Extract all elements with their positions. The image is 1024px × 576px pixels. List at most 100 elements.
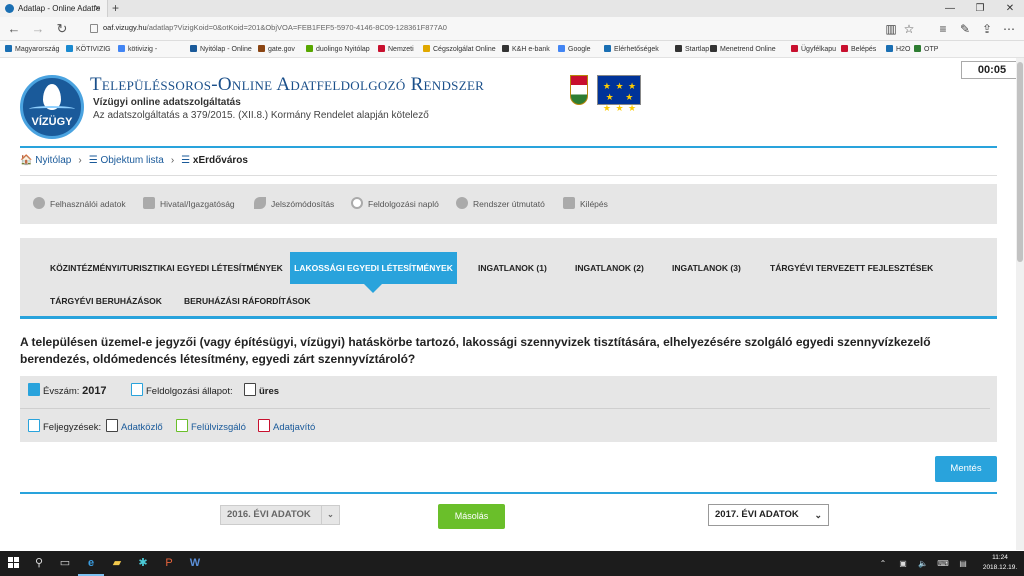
notes-icon[interactable]: ✎ (956, 17, 974, 41)
tab-planned-developments[interactable]: TÁRGYÉVI TERVEZETT FEJLESZTÉSEK (770, 263, 933, 273)
building-icon (143, 197, 155, 209)
note-data-provider[interactable]: Adatközlő (106, 419, 163, 433)
notes-icon (28, 419, 40, 432)
refresh-icon[interactable]: ↻ (52, 17, 72, 41)
powerpoint-icon[interactable]: P (156, 551, 182, 576)
bookmark-item[interactable]: OTP (914, 41, 938, 58)
bookmark-item[interactable]: Nyitólap - Online (190, 41, 252, 58)
bookmark-item[interactable]: K&H e-bank (502, 41, 550, 58)
edge-browser-icon[interactable]: e (78, 551, 104, 576)
bookmark-item[interactable]: Nemzeti (378, 41, 414, 58)
app-icon[interactable]: ✱ (130, 551, 156, 576)
bookmark-label: Menetrend Online (720, 46, 776, 53)
browser-tab-title: Adatlap - Online Adatfe (18, 4, 101, 13)
chevron-right-icon: › (78, 155, 82, 166)
year-value: 2017 (82, 385, 107, 397)
prev-year-select[interactable]: 2016. ÉVI ADATOK ⌄ (220, 505, 340, 525)
active-tab-indicator (364, 284, 382, 293)
note-reviewer[interactable]: Felülvizsgáló (176, 419, 246, 433)
bookmark-item[interactable]: gate.gov (258, 41, 295, 58)
bookmark-item[interactable]: Belépés (841, 41, 876, 58)
bookmark-favicon-icon (675, 45, 682, 52)
bookmark-item[interactable]: Startlap - (675, 41, 713, 58)
menu-office[interactable]: Hivatal/Igazgatóság (143, 184, 235, 224)
bookmark-item[interactable]: Magyarország (5, 41, 59, 58)
new-tab-icon[interactable]: + (112, 0, 119, 17)
breadcrumb-home-label: Nyitólap (35, 155, 72, 166)
bookmark-item[interactable]: Cégszolgálat Online (423, 41, 496, 58)
file-explorer-icon[interactable]: ▰ (104, 551, 130, 576)
bookmark-favicon-icon (886, 45, 893, 52)
clock-time: 11:24 (992, 554, 1008, 561)
bookmark-favicon-icon (258, 45, 265, 52)
search-icon[interactable]: ⚲ (26, 551, 52, 576)
bookmark-item[interactable]: KÖTIVIZIG (66, 41, 111, 58)
breadcrumb-current: ☰ xErdőváros (181, 155, 248, 166)
tab-residential-active[interactable]: LAKOSSÁGI EGYEDI LÉTESÍTMÉNYEK (290, 252, 457, 284)
menu-logout[interactable]: Kilépés (563, 184, 608, 224)
search-icon (351, 197, 363, 209)
back-icon[interactable]: ← (4, 17, 24, 41)
bookmark-item[interactable]: Google (558, 41, 591, 58)
tab-investments[interactable]: TÁRGYÉVI BERUHÁZÁSOK (50, 296, 162, 306)
menu-label: Rendszer útmutató (473, 199, 545, 209)
tab-properties-2[interactable]: INGATLANOK (2) (575, 263, 644, 273)
bookmark-item[interactable]: H2O (886, 41, 910, 58)
language-icon[interactable]: ▤ (950, 551, 976, 576)
forward-icon[interactable]: → (28, 17, 48, 41)
browser-tab[interactable]: Adatlap - Online Adatfe (0, 0, 108, 17)
info-divider (20, 408, 990, 409)
wave-icon (29, 106, 75, 112)
task-view-icon[interactable]: ▭ (52, 551, 78, 576)
close-window-icon[interactable]: ✕ (998, 0, 1022, 17)
reading-view-icon[interactable]: ▥ (882, 17, 900, 41)
share-icon[interactable]: ⇪ (978, 17, 996, 41)
maximize-icon[interactable]: ❐ (968, 0, 992, 17)
bookmark-favicon-icon (378, 45, 385, 52)
url-field[interactable]: oaf.vizugy.hu/adatlap?VizigKoid=0&otKoid… (103, 23, 447, 32)
menu-guide[interactable]: Rendszer útmutató (456, 184, 545, 224)
windows-start-icon[interactable] (8, 557, 20, 569)
bookmark-favicon-icon (710, 45, 717, 52)
bookmark-item[interactable]: duolingo Nyitólap (306, 41, 370, 58)
bookmark-item[interactable]: Elérhetőségek (604, 41, 659, 58)
breadcrumb-home[interactable]: 🏠 Nyitólap (20, 155, 71, 166)
scrollbar-thumb[interactable] (1017, 62, 1023, 262)
copy-button[interactable]: Másolás (438, 504, 505, 529)
note-label: Adatjavító (273, 422, 316, 433)
hub-icon[interactable]: ≡ (934, 17, 952, 41)
bookmark-item[interactable]: kötivizig - (118, 41, 157, 58)
word-icon[interactable]: W (182, 551, 208, 576)
tab-properties-3[interactable]: INGATLANOK (3) (672, 263, 741, 273)
bookmark-favicon-icon (190, 45, 197, 52)
bookmark-item[interactable]: Ügyfélkapu (791, 41, 836, 58)
file-icon (244, 383, 256, 396)
breadcrumb-object-list[interactable]: ☰ Objektum lista (89, 155, 164, 166)
url-path: /adatlap?VizigKoid=0&otKoid=201&ObjVOA=F… (146, 23, 447, 32)
menu-log[interactable]: Feldolgozási napló (351, 184, 439, 224)
year-field: Évszám: 2017 (28, 383, 107, 397)
logo-text: VÍZÜGY (31, 116, 73, 128)
curr-year-select[interactable]: 2017. ÉVI ADATOK ⌄ (708, 504, 829, 526)
bookmark-favicon-icon (841, 45, 848, 52)
menu-password[interactable]: Jelszómódosítás (254, 184, 334, 224)
bookmark-item[interactable]: Menetrend Online (710, 41, 776, 58)
vizugy-logo: VÍZÜGY (20, 75, 84, 139)
tab-investment-costs[interactable]: BERUHÁZÁSI RÁFORDÍTÁSOK (184, 296, 311, 306)
bookmark-favicon-icon (558, 45, 565, 52)
session-timer: 00:05 (961, 61, 1023, 79)
edit-icon (176, 419, 188, 432)
more-icon[interactable]: ⋯ (1000, 17, 1018, 41)
bookmark-favicon-icon (423, 45, 430, 52)
save-button[interactable]: Mentés (935, 456, 997, 482)
menu-user-data[interactable]: Felhasználói adatok (33, 184, 126, 224)
favorite-star-icon[interactable]: ☆ (900, 17, 918, 41)
tab-properties-1[interactable]: INGATLANOK (1) (478, 263, 547, 273)
tab-institutional[interactable]: KÖZINTÉZMÉNYI/TURISZTIKAI EGYEDI LÉTESÍT… (50, 263, 283, 273)
note-corrector[interactable]: Adatjavító (258, 419, 315, 433)
minimize-icon[interactable]: — (938, 0, 962, 17)
chevron-right-icon: › (170, 155, 175, 166)
tabs-divider (20, 316, 997, 319)
tab-close-icon[interactable]: × (95, 0, 100, 17)
taskbar-clock[interactable]: 11:24 2018.12.19. (978, 553, 1022, 573)
